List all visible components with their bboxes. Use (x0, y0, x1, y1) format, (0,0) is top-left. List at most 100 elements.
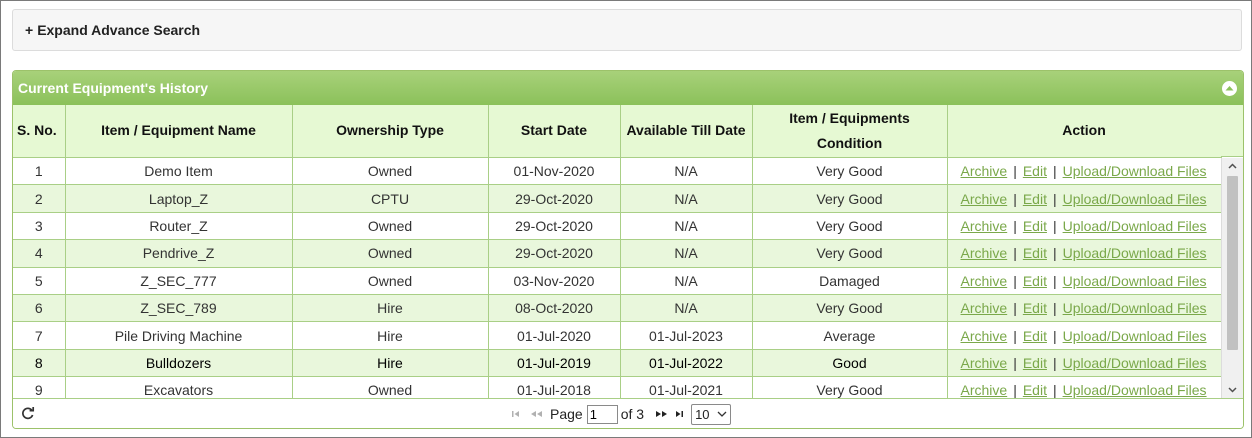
edit-link[interactable]: Edit (1023, 273, 1047, 289)
cell-available-till: N/A (620, 239, 753, 268)
table-row[interactable]: 2 Laptop_Z CPTU 29-Oct-2020 N/A Very Good Arch… (13, 184, 1222, 213)
edit-link[interactable]: Edit (1023, 191, 1047, 207)
upload-download-files-link[interactable]: Upload/Download Files (1063, 355, 1207, 371)
archive-link[interactable]: Archive (961, 218, 1008, 234)
action-separator: | (1052, 354, 1057, 371)
col-header-action[interactable]: Action (947, 105, 1222, 158)
cell-sno: 7 (13, 321, 66, 350)
upload-download-files-link[interactable]: Upload/Download Files (1063, 191, 1207, 207)
cell-condition: Good (752, 349, 948, 378)
upload-download-files-link[interactable]: Upload/Download Files (1063, 382, 1207, 398)
table-row[interactable]: 5 Z_SEC_777 Owned 03-Nov-2020 N/A Damaged Arch… (13, 267, 1222, 295)
upload-download-files-link[interactable]: Upload/Download Files (1063, 300, 1207, 316)
archive-link[interactable]: Archive (961, 382, 1008, 398)
upload-download-files-link[interactable]: Upload/Download Files (1063, 273, 1207, 289)
upload-download-files-link[interactable]: Upload/Download Files (1063, 218, 1207, 234)
table-row[interactable]: 3 Router_Z Owned 29-Oct-2020 N/A Very Good Arc… (13, 212, 1222, 241)
equipment-rows-table: 1 Demo Item Owned 01-Nov-2020 N/A Very Good Ar… (13, 157, 1222, 399)
archive-link[interactable]: Archive (961, 163, 1008, 179)
scrollbar-thumb[interactable] (1227, 175, 1238, 350)
last-page-icon[interactable] (673, 409, 687, 419)
action-separator: | (1013, 300, 1017, 317)
cell-available-till: 01-Jul-2021 (620, 376, 753, 399)
cell-actions: Archive | Edit | Upload/Download Files (947, 321, 1222, 350)
panel-title: Current Equipment's History (18, 80, 209, 96)
table-row[interactable]: 8 Bulldozers Hire 01-Jul-2019 01-Jul-2022 Goo… (13, 349, 1222, 378)
header-scroll-filler (1221, 105, 1243, 157)
action-separator: | (1052, 245, 1057, 262)
expand-plus-icon: + (25, 22, 34, 38)
edit-link[interactable]: Edit (1023, 300, 1047, 316)
cell-start-date: 01-Jul-2019 (488, 349, 621, 378)
edit-link[interactable]: Edit (1023, 328, 1047, 344)
action-separator: | (1052, 272, 1057, 289)
cell-condition: Very Good (752, 376, 948, 399)
cell-actions: Archive | Edit | Upload/Download Files (947, 184, 1222, 213)
edit-link[interactable]: Edit (1023, 382, 1047, 398)
cell-sno: 5 (13, 267, 66, 295)
expand-advance-search-label: Expand Advance Search (37, 22, 201, 38)
cell-actions: Archive | Edit | Upload/Download Files (947, 239, 1222, 268)
cell-item-name: Router_Z (65, 212, 293, 241)
action-separator: | (1013, 327, 1017, 344)
archive-link[interactable]: Archive (961, 245, 1008, 261)
circle-chevron-up-icon[interactable] (1222, 80, 1237, 96)
cell-item-name: Demo Item (65, 157, 293, 186)
archive-link[interactable]: Archive (961, 355, 1008, 371)
cell-actions: Archive | Edit | Upload/Download Files (947, 212, 1222, 241)
table-row[interactable]: 7 Pile Driving Machine Hire 01-Jul-2020 01-J… (13, 321, 1222, 350)
cell-start-date: 08-Oct-2020 (488, 294, 621, 323)
col-header-available-till[interactable]: Available Till Date (620, 105, 753, 158)
cell-item-name: Pendrive_Z (65, 239, 293, 268)
cell-item-name: Pile Driving Machine (65, 321, 293, 350)
pager: Page of 3 10 (13, 398, 1243, 428)
cell-item-name: Laptop_Z (65, 184, 293, 213)
scroll-down-arrow-icon[interactable] (1222, 382, 1243, 399)
scroll-up-arrow-icon[interactable] (1222, 158, 1243, 175)
next-page-icon[interactable] (654, 409, 670, 419)
col-header-condition[interactable]: Item / Equipments Condition (752, 105, 948, 158)
action-separator: | (1052, 327, 1057, 344)
expand-advance-search[interactable]: + Expand Advance Search (12, 9, 1242, 51)
upload-download-files-link[interactable]: Upload/Download Files (1063, 245, 1207, 261)
upload-download-files-link[interactable]: Upload/Download Files (1063, 328, 1207, 344)
cell-available-till: N/A (620, 157, 753, 186)
cell-ownership: Hire (292, 321, 489, 350)
cell-start-date: 01-Jul-2020 (488, 321, 621, 350)
page-number-input[interactable] (586, 404, 618, 424)
col-header-name[interactable]: Item / Equipment Name (65, 105, 293, 158)
table-row[interactable]: 4 Pendrive_Z Owned 29-Oct-2020 N/A Very Good A… (13, 239, 1222, 268)
pager-controls: Page of 3 10 (510, 402, 732, 426)
archive-link[interactable]: Archive (961, 191, 1008, 207)
cell-actions: Archive | Edit | Upload/Download Files (947, 157, 1222, 186)
equipment-grid: S. No. Item / Equipment Name Ownership T… (13, 105, 1243, 399)
col-header-ownership[interactable]: Ownership Type (292, 105, 489, 158)
action-separator: | (1052, 190, 1057, 207)
table-row[interactable]: 9 Excavators Owned 01-Jul-2018 01-Jul-2021 Ve… (13, 376, 1222, 399)
rows-per-page-select[interactable]: 10 (691, 403, 732, 425)
refresh-icon[interactable] (21, 406, 35, 423)
vertical-scrollbar[interactable] (1221, 157, 1243, 399)
archive-link[interactable]: Archive (961, 273, 1008, 289)
edit-link[interactable]: Edit (1023, 245, 1047, 261)
cell-ownership: Owned (292, 239, 489, 268)
upload-download-files-link[interactable]: Upload/Download Files (1063, 163, 1207, 179)
cell-sno: 3 (13, 212, 66, 241)
cell-condition: Damaged (752, 267, 948, 295)
archive-link[interactable]: Archive (961, 300, 1008, 316)
edit-link[interactable]: Edit (1023, 163, 1047, 179)
first-page-icon[interactable] (510, 409, 524, 419)
edit-link[interactable]: Edit (1023, 218, 1047, 234)
cell-sno: 9 (13, 376, 66, 399)
edit-link[interactable]: Edit (1023, 355, 1047, 371)
table-row[interactable]: 1 Demo Item Owned 01-Nov-2020 N/A Very Good Ar… (13, 157, 1222, 186)
action-separator: | (1013, 245, 1017, 262)
col-header-start-date[interactable]: Start Date (488, 105, 621, 158)
page-label: Page (550, 406, 583, 422)
action-separator: | (1052, 217, 1057, 234)
cell-ownership: Hire (292, 349, 489, 378)
table-row[interactable]: 6 Z_SEC_789 Hire 08-Oct-2020 N/A Very Good Arc… (13, 294, 1222, 323)
archive-link[interactable]: Archive (961, 328, 1008, 344)
col-header-sno[interactable]: S. No. (13, 105, 66, 158)
prev-page-icon[interactable] (528, 409, 544, 419)
